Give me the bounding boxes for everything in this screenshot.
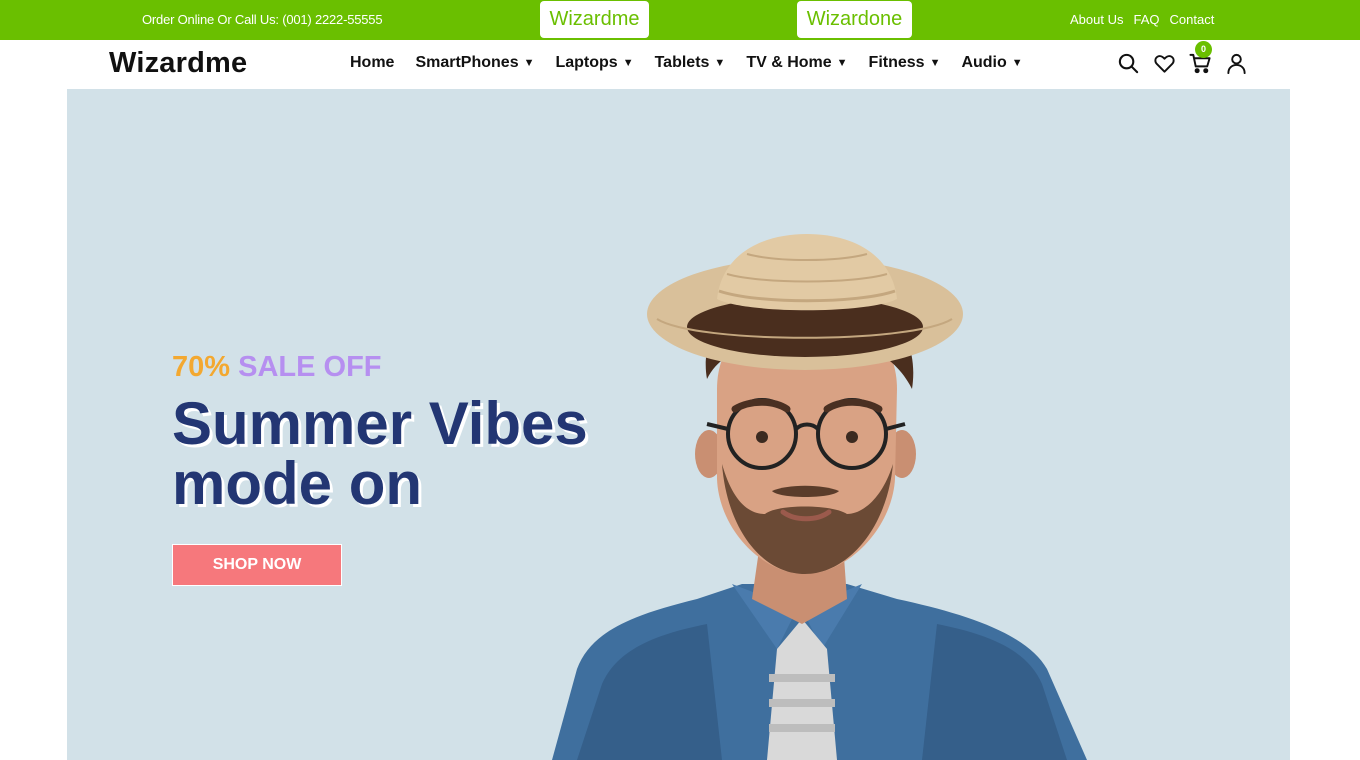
cart-icon[interactable]: 0 (1189, 41, 1212, 75)
contact-text: Order Online Or Call Us: (001) 2222-5555… (142, 12, 383, 27)
nav-item-label: TV & Home (746, 54, 832, 71)
user-icon[interactable] (1225, 52, 1248, 75)
nav-item-label: SmartPhones (415, 54, 519, 71)
sale-label: 70% SALE OFF (172, 351, 382, 384)
nav-item-tablets[interactable]: Tablets ▼ (655, 54, 726, 72)
nav-item-label: Laptops (555, 54, 618, 71)
nav-item-smartphones[interactable]: SmartPhones ▼ (415, 54, 534, 72)
top-links: About Us FAQ Contact (1070, 12, 1214, 27)
chevron-down-icon: ▼ (523, 57, 535, 69)
chevron-down-icon: ▼ (714, 57, 726, 69)
contact-link[interactable]: Contact (1170, 12, 1215, 27)
chevron-down-icon: ▼ (622, 57, 634, 69)
faq-link[interactable]: FAQ (1133, 12, 1159, 27)
chevron-down-icon: ▼ (929, 57, 941, 69)
shop-now-button[interactable]: SHOP NOW (172, 544, 342, 586)
nav-item-fitness[interactable]: Fitness ▼ (869, 54, 941, 72)
site-logo[interactable]: Wizardme (109, 47, 247, 80)
sale-text: SALE OFF (238, 351, 382, 383)
nav-menu: Home SmartPhones ▼ Laptops ▼ Tablets ▼ T… (350, 54, 1044, 72)
nav-item-laptops[interactable]: Laptops ▼ (555, 54, 633, 72)
nav-item-audio[interactable]: Audio ▼ (961, 54, 1022, 72)
nav-icons: 0 (1117, 41, 1248, 75)
nav-item-label: Tablets (654, 54, 710, 71)
top-bar: Order Online Or Call Us: (001) 2222-5555… (0, 0, 1360, 40)
sale-percent: 70% (172, 351, 231, 383)
main-nav: Wizardme Home SmartPhones ▼ Laptops ▼ Ta… (0, 40, 1360, 89)
hero-model-image (552, 234, 1087, 760)
nav-item-label: Home (350, 54, 395, 71)
chevron-down-icon: ▼ (836, 57, 848, 69)
nav-item-label: Audio (961, 54, 1007, 71)
nav-item-label: Fitness (868, 54, 925, 71)
nav-item-home[interactable]: Home (350, 54, 394, 72)
hero-banner: 70% SALE OFF Summer Vibes mode on SHOP N… (67, 89, 1290, 760)
chevron-down-icon: ▼ (1011, 57, 1023, 69)
heart-icon[interactable] (1153, 52, 1176, 75)
about-us-link[interactable]: About Us (1070, 12, 1123, 27)
search-icon[interactable] (1117, 52, 1140, 75)
nav-item-tv-home[interactable]: TV & Home ▼ (746, 54, 847, 72)
brand-link-wizardme[interactable]: Wizardme (540, 1, 649, 38)
cart-count-badge: 0 (1195, 41, 1212, 58)
brand-link-wizardone[interactable]: Wizardone (797, 1, 912, 38)
